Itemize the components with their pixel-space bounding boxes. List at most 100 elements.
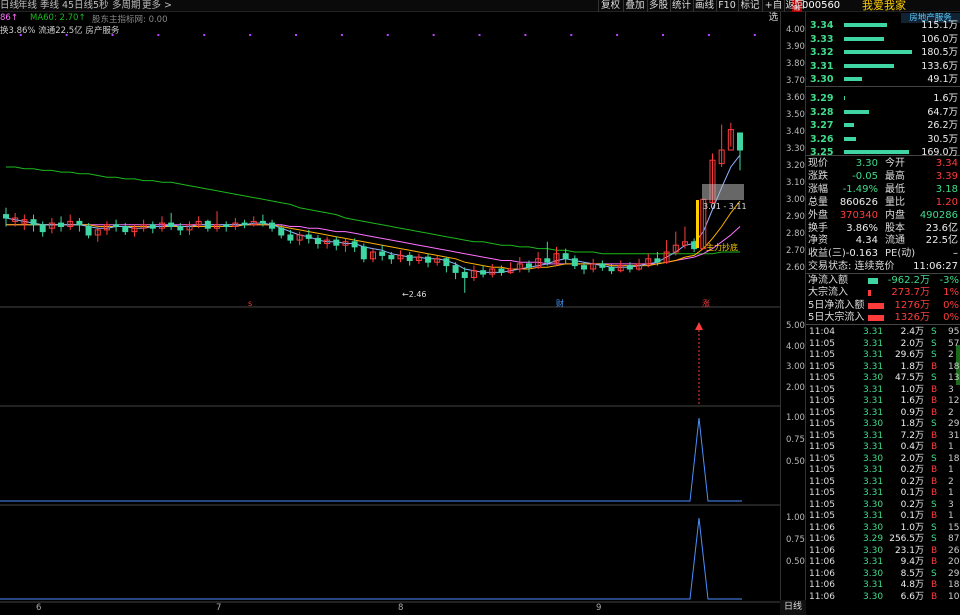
candle-body (691, 241, 698, 250)
orderbook-price: 3.32 (810, 47, 834, 59)
flow-row: 5日净流入额 1276万 0% (806, 300, 960, 312)
tick-time: 11:06 (809, 591, 835, 602)
tick-row[interactable]: 11:05 3.30 2.0万 S 18 (806, 454, 960, 465)
period-tab-4[interactable]: 5秒 (93, 0, 109, 12)
tick-count: 2 (948, 350, 954, 360)
tick-price: 3.31 (863, 511, 884, 521)
tool-button-3[interactable]: 统计 (670, 0, 692, 12)
orderbook-row[interactable]: 3.27 26.2万 (806, 119, 960, 132)
period-tab-6[interactable]: 更多 > (142, 0, 172, 12)
tick-row[interactable]: 11:04 3.31 2.4万 S 95 (806, 327, 960, 338)
tick-time: 11:05 (809, 384, 835, 395)
stock-code: 000560 (802, 0, 841, 11)
date-tick: 8 (398, 603, 404, 613)
tick-row[interactable]: 11:05 3.31 0.1万 B 1 (806, 511, 960, 522)
orderbook-row[interactable]: 3.32 180.5万 (806, 46, 960, 59)
tick-row[interactable]: 11:06 3.29 256.5万 S 87 (806, 534, 960, 545)
tick-row[interactable]: 11:06 3.31 4.8万 B 18 (806, 580, 960, 591)
tick-row[interactable]: 11:05 3.31 29.6万 S 2 (806, 350, 960, 361)
tick-row[interactable]: 11:05 3.31 0.9万 B 2 (806, 408, 960, 419)
candle-body (204, 220, 211, 229)
orderbook-volume: 64.7万 (927, 106, 958, 118)
orderbook-volume: 49.1万 (927, 74, 958, 86)
tick-row[interactable]: 11:06 3.30 6.6万 B 10 (806, 592, 960, 603)
tool-button-6[interactable]: 标记 (738, 0, 761, 12)
tick-row[interactable]: 11:06 3.30 23.1万 B 26 (806, 546, 960, 557)
period-tab-2[interactable]: 季线 (40, 0, 59, 12)
tick-price: 3.30 (863, 522, 884, 533)
orderbook-row[interactable]: 3.29 1.6万 (806, 92, 960, 105)
orderbook-row[interactable]: 3.28 64.7万 (806, 106, 960, 119)
tick-volume: 0.1万 (900, 488, 924, 498)
period-tab-3[interactable]: 45日线 (62, 0, 93, 12)
indicator1-line (0, 417, 742, 502)
orderbook-row[interactable]: 3.34 115.1万 (806, 19, 960, 32)
tick-time: 11:06 (809, 568, 835, 579)
orderbook-row[interactable]: 3.33 106.0万 (806, 33, 960, 46)
tick-row[interactable]: 11:05 3.31 1.0万 B 3 (806, 385, 960, 396)
tick-price: 3.30 (863, 373, 884, 383)
tick-row[interactable]: 11:06 3.31 9.4万 B 20 (806, 557, 960, 568)
candle-body (305, 234, 312, 239)
candle-body (599, 263, 606, 268)
orderbook-volume-bar (844, 150, 909, 155)
event-marker (616, 34, 619, 36)
tick-row[interactable]: 11:05 3.31 0.4万 B 1 (806, 442, 960, 453)
period-tab-5[interactable]: 多周期 (112, 0, 141, 12)
tick-row[interactable]: 11:05 3.30 0.2万 S 3 (806, 500, 960, 511)
tool-button-5[interactable]: F10 (716, 0, 737, 12)
tick-volume: 0.2万 (900, 476, 924, 487)
tick-row[interactable]: 11:05 3.31 0.2万 B 2 (806, 477, 960, 488)
tool-button-1[interactable]: 叠加 (623, 0, 646, 12)
tool-button-0[interactable]: 复权 (598, 0, 622, 12)
tool-button-2[interactable]: 多股 (647, 0, 669, 12)
tool-button-8[interactable]: 返回 (784, 0, 805, 12)
tick-row[interactable]: 11:05 3.31 0.1万 B 1 (806, 488, 960, 499)
kline-chart[interactable]: 3.01 - 3.11 主力抄底 ←2.46 财 涨 s (0, 12, 780, 615)
tick-volume: 2.0万 (900, 338, 924, 349)
quote-value2: 3.34 (935, 158, 958, 169)
event-marker (19, 34, 22, 36)
candle-body (581, 265, 588, 270)
tool-button-7[interactable]: +自选 (762, 0, 784, 23)
tick-volume: 1.0万 (900, 384, 924, 395)
mark-cai: 财 (556, 298, 564, 308)
quote-row: 涨跌 -0.05 最高 3.39 (806, 171, 960, 183)
tick-volume: 0.2万 (900, 499, 924, 510)
tick-row[interactable]: 11:05 3.30 47.5万 S 13 (806, 373, 960, 384)
tick-time: 11:04 (809, 327, 835, 337)
orderbook-row[interactable]: 3.26 30.5万 (806, 133, 960, 146)
tick-price: 3.30 (863, 591, 884, 602)
tick-row[interactable]: 11:06 3.30 1.0万 S 15 (806, 523, 960, 534)
period-tab-0[interactable]: 日线 (0, 0, 19, 12)
tick-row[interactable]: 11:06 3.30 8.5万 S 29 (806, 569, 960, 580)
tick-volume: 1.0万 (900, 522, 924, 533)
tool-button-4[interactable]: 画线 (693, 0, 715, 12)
quote-label: 外盘 (808, 209, 828, 221)
tick-side: B (931, 430, 938, 441)
orderbook-row[interactable]: 3.31 133.6万 (806, 60, 960, 73)
tick-row[interactable]: 11:05 3.30 1.8万 S 29 (806, 419, 960, 430)
flow-value: 273.7万 (891, 287, 930, 299)
stock-name[interactable]: 我爱我家 (862, 0, 906, 12)
tick-row[interactable]: 11:05 3.31 7.2万 B 31 (806, 431, 960, 442)
period-tab-1[interactable]: 年线 (18, 0, 37, 12)
trade-time: 11:06:27 (913, 261, 958, 272)
tick-row[interactable]: 11:05 3.31 1.8万 B 18 (806, 362, 960, 373)
quote-value: -0.05 (852, 170, 878, 182)
bottom-tab-daily[interactable]: 日线 (780, 600, 806, 615)
tick-count: 18 (948, 453, 960, 464)
event-marker (524, 34, 527, 36)
tick-side: B (931, 591, 938, 602)
quote-label: 涨幅 (808, 183, 828, 195)
tick-time: 11:06 (809, 545, 835, 556)
orderbook-volume-bar (844, 77, 862, 82)
tick-price: 3.31 (863, 350, 884, 360)
tick-volume: 0.2万 (900, 465, 924, 475)
tick-row[interactable]: 11:05 3.31 1.6万 B 12 (806, 396, 960, 407)
orderbook-volume-bar (844, 63, 895, 68)
orderbook-row[interactable]: 3.30 49.1万 (806, 73, 960, 86)
tick-row[interactable]: 11:05 3.31 0.2万 B 1 (806, 465, 960, 476)
tick-time: 11:06 (809, 580, 835, 590)
tick-row[interactable]: 11:05 3.31 2.0万 S 57 (806, 339, 960, 350)
